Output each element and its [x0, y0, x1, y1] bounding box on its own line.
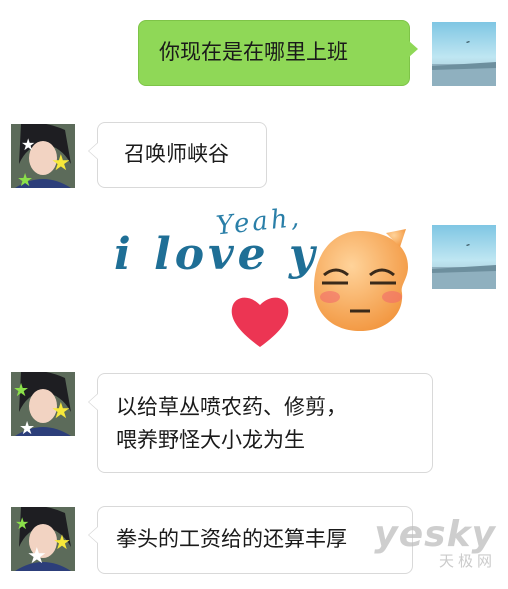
message-text: 召唤师峡谷 [124, 142, 229, 166]
message-text: 拳头的工资给的还算丰厚 [116, 527, 347, 551]
svg-text:★: ★ [51, 399, 71, 424]
my-avatar[interactable] [432, 225, 496, 289]
friend-photo-icon: ★ ★ ★ [11, 507, 75, 571]
message-bubble-incoming[interactable]: 拳头的工资给的还算丰厚 [88, 506, 413, 574]
svg-text:★: ★ [51, 151, 71, 176]
svg-text:★: ★ [17, 170, 33, 188]
svg-text:★: ★ [27, 544, 47, 569]
message-bubble-incoming[interactable]: 召唤师峡谷 [88, 122, 267, 188]
message-text-line-2: 喂养野怪大小龙为生 [116, 428, 305, 452]
svg-text:★: ★ [19, 418, 35, 436]
svg-text:★: ★ [21, 135, 35, 154]
message-bubble-incoming[interactable]: 以给草丛喷农药、修剪， 喂养野怪大小龙为生 [88, 373, 433, 473]
friend-avatar[interactable]: ★ ★ ★ [11, 124, 75, 188]
sky-photo-icon [432, 22, 496, 86]
message-bubble-outgoing[interactable]: 你现在是在哪里上班 [138, 20, 418, 86]
my-avatar[interactable] [432, 22, 496, 86]
svg-text:★: ★ [53, 530, 71, 554]
watermark-brand: yesky [374, 514, 496, 555]
friend-avatar[interactable]: ★ ★ ★ [11, 507, 75, 571]
friend-photo-icon: ★ ★ ★ [11, 372, 75, 436]
watermark-sub: 天极网 [438, 552, 496, 570]
love-sticker[interactable]: Yeah, i love y [112, 203, 412, 355]
sticker-text-love: i love y [114, 229, 319, 280]
message-text: 你现在是在哪里上班 [159, 40, 348, 64]
message-text-line-1: 以给草丛喷农药、修剪， [116, 395, 347, 419]
smirk-emoji-icon [314, 229, 408, 331]
svg-text:★: ★ [15, 514, 29, 533]
svg-text:★: ★ [13, 380, 29, 401]
friend-avatar[interactable]: ★ ★ ★ [11, 372, 75, 436]
friend-photo-icon: ★ ★ ★ [11, 124, 75, 188]
sky-photo-icon [432, 225, 496, 289]
yesky-watermark: yesky 天极网 [374, 514, 496, 570]
heart-icon [231, 297, 289, 347]
